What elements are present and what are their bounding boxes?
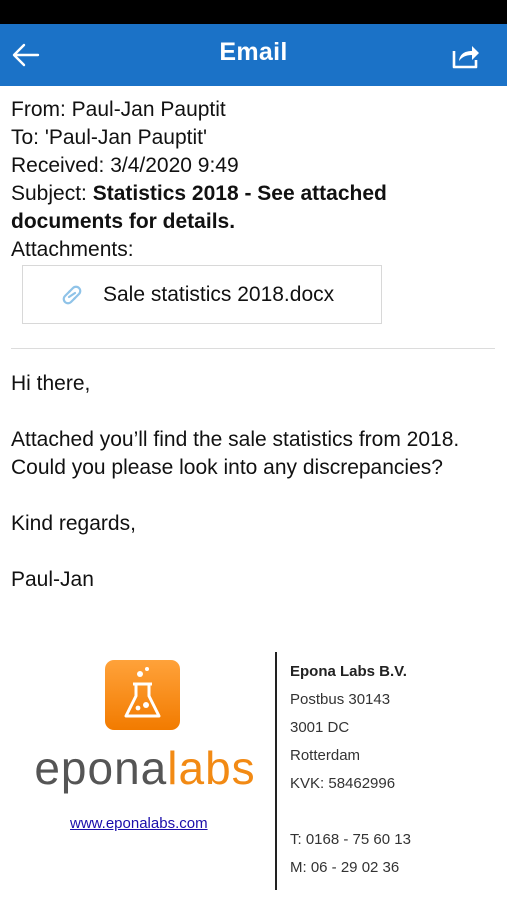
address-line-1: Postbus 30143 [290,691,391,708]
share-icon [452,46,479,69]
forward-button[interactable] [451,42,481,70]
status-bar [0,0,507,24]
to-line: To: 'Paul-Jan Pauptit' [11,126,207,149]
website-link[interactable]: www.eponalabs.com [70,815,208,832]
attachments-label: Attachments: [11,238,134,261]
address-line-2: 3001 DC [290,719,350,736]
signature-contact: Epona Labs B.V. Postbus 30143 3001 DC Ro… [290,658,411,882]
logo [105,660,180,730]
logo-wordmark: eponalabs [34,742,256,794]
paperclip-icon [62,285,82,305]
subject-label: Subject: [11,182,93,205]
attachment-filename: Sale statistics 2018.docx [103,283,335,306]
company-name: Epona Labs B.V. [290,663,407,680]
address-city: Rotterdam [290,747,361,764]
page-title: Email [219,38,288,66]
sender-name: Paul-Jan [11,568,94,591]
greeting: Hi there, [11,372,91,395]
email-body: Hi there, Attached you’ll find the sale … [11,370,503,594]
email-header: From: Paul-Jan Pauptit To: 'Paul-Jan Pau… [11,96,496,264]
phone-number: T: 0168 - 75 60 13 [290,831,411,848]
body-line-2: Could you please look into any discrepan… [11,456,443,479]
subject-line: Subject: Statistics 2018 - See attached … [11,180,496,236]
header-divider [11,348,495,349]
received-line: Received: 3/4/2020 9:49 [11,154,239,177]
app-bar: Email [0,24,507,86]
signature-divider [275,652,277,890]
flask-icon [124,667,161,718]
attachment-item[interactable]: Sale statistics 2018.docx [22,265,382,324]
body-line-1: Attached you’ll find the sale statistics… [11,428,460,451]
closing: Kind regards, [11,512,136,535]
kvk-number: KVK: 58462996 [290,775,396,792]
mobile-number: M: 06 - 29 02 36 [290,859,400,876]
from-line: From: Paul-Jan Pauptit [11,98,226,121]
